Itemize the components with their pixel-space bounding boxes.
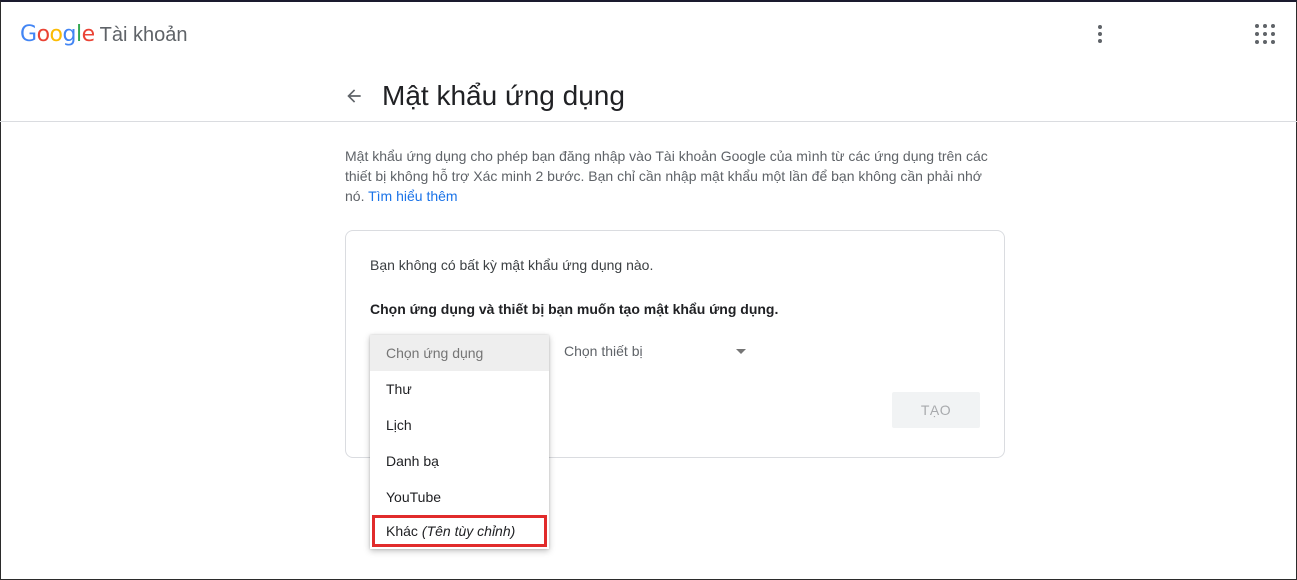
- apps-grid-icon[interactable]: [1255, 24, 1277, 46]
- logo-letter: G: [20, 22, 37, 47]
- more-vert-icon[interactable]: [1089, 22, 1111, 46]
- no-passwords-message: Bạn không có bất kỳ mật khẩu ứng dụng nà…: [370, 257, 654, 273]
- product-name: Tài khoản: [99, 24, 188, 46]
- logo-letter: o: [36, 22, 50, 47]
- google-logo: Google: [20, 22, 95, 47]
- choose-instruction: Chọn ứng dụng và thiết bị bạn muốn tạo m…: [370, 301, 779, 317]
- chevron-down-icon: [736, 349, 746, 354]
- top-bar: Google Tài khoản: [0, 0, 1297, 70]
- create-button[interactable]: TẠO: [892, 392, 980, 428]
- logo-letter: e: [81, 22, 96, 47]
- device-select-label: Chọn thiết bị: [564, 343, 643, 359]
- option-other-hint: (Tên tùy chỉnh): [421, 523, 516, 539]
- page-title-row: Mật khẩu ứng dụng: [340, 76, 625, 116]
- google-account-logo[interactable]: Google Tài khoản: [20, 22, 187, 47]
- option-contacts[interactable]: Danh bạ: [370, 443, 549, 479]
- option-mail[interactable]: Thư: [370, 371, 549, 407]
- option-calendar[interactable]: Lịch: [370, 407, 549, 443]
- learn-more-link[interactable]: Tìm hiểu thêm: [368, 188, 457, 204]
- app-select-dropdown[interactable]: Chọn ứng dụng Thư Lịch Danh bạ YouTube K…: [370, 335, 549, 549]
- page-description: Mật khẩu ứng dụng cho phép bạn đăng nhập…: [345, 146, 1005, 206]
- option-other-label: Khác: [386, 523, 418, 539]
- header-divider: [0, 121, 1297, 122]
- back-arrow-icon[interactable]: [340, 82, 368, 110]
- app-select-placeholder[interactable]: Chọn ứng dụng: [370, 335, 549, 371]
- page-title: Mật khẩu ứng dụng: [382, 80, 625, 111]
- option-other[interactable]: Khác (Tên tùy chỉnh): [372, 515, 547, 547]
- device-select[interactable]: Chọn thiết bị: [564, 343, 746, 369]
- logo-letter: o: [49, 22, 63, 47]
- logo-letter: g: [62, 22, 77, 47]
- option-youtube[interactable]: YouTube: [370, 479, 549, 515]
